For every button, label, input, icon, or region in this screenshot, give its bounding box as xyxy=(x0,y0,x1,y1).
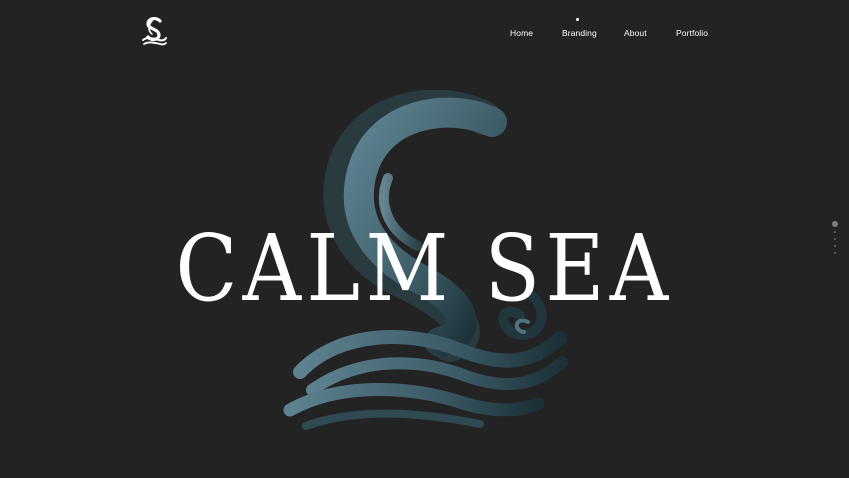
pager-dot-5[interactable] xyxy=(834,252,836,254)
nav-item-branding[interactable]: Branding xyxy=(562,28,597,38)
nav-active-indicator xyxy=(576,18,579,21)
pager-dot-2[interactable] xyxy=(834,231,836,233)
pager-dot-1[interactable] xyxy=(832,221,838,227)
pager-dot-4[interactable] xyxy=(834,245,836,247)
nav-item-portfolio[interactable]: Portfolio xyxy=(676,28,708,38)
slide-pager xyxy=(832,221,840,257)
pager-dot-3[interactable] xyxy=(834,238,836,240)
nav-item-home[interactable]: Home xyxy=(510,28,533,38)
main-nav: Home Branding About Portfolio xyxy=(0,0,849,60)
nav-item-about[interactable]: About xyxy=(624,28,647,38)
s-wave-emblem-icon xyxy=(270,89,590,440)
page: Home Branding About Portfolio CALM SEA xyxy=(0,0,849,478)
